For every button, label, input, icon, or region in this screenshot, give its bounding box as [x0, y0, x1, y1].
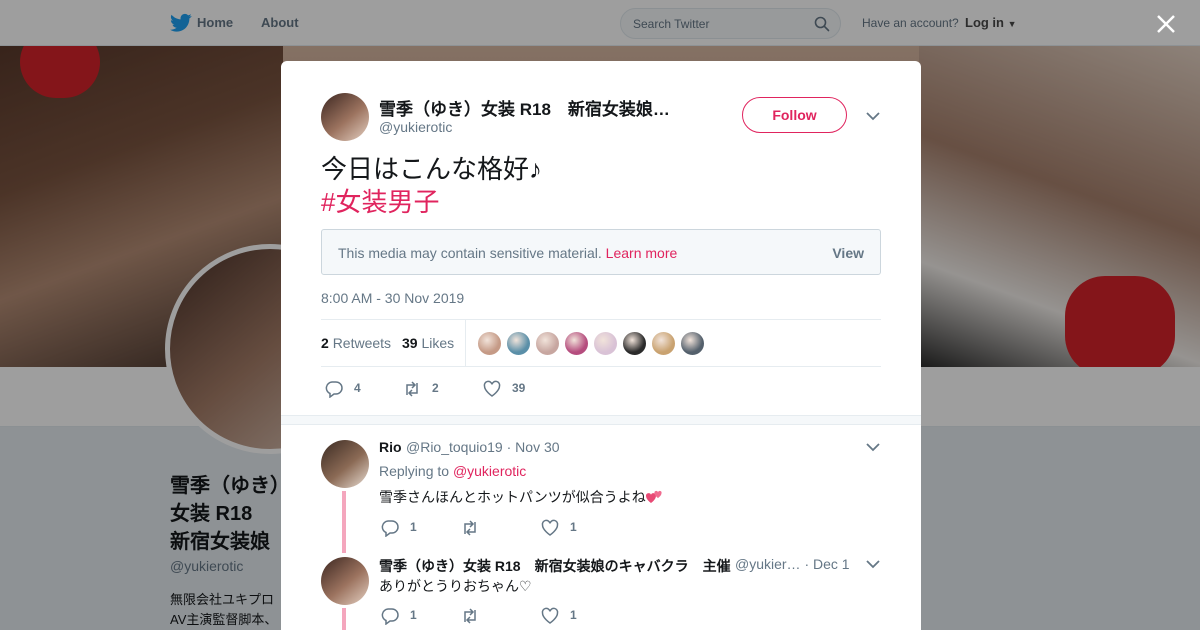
hashtag-link[interactable]: #女装男子: [321, 186, 439, 218]
reply-date[interactable]: · Dec 1: [804, 556, 849, 572]
like-count: 1: [570, 608, 577, 622]
reply-actions: 1 1: [381, 518, 681, 538]
retweet-icon: [464, 520, 476, 536]
liker-avatar[interactable]: [564, 331, 589, 356]
liker-avatar[interactable]: [680, 331, 705, 356]
reply-count: 1: [410, 608, 417, 622]
liker-avatar[interactable]: [622, 331, 647, 356]
retweets-count: 2: [321, 335, 329, 351]
liker-avatar[interactable]: [477, 331, 502, 356]
author-handle[interactable]: @yukierotic: [379, 119, 452, 135]
reply-icon: [325, 381, 343, 398]
heart-icon: [541, 519, 559, 536]
view-media-button[interactable]: View: [832, 245, 864, 261]
reply-actions: 1 1: [381, 606, 681, 626]
author-name[interactable]: 雪季（ゆき）女装 R18 新宿女装娘…: [379, 95, 694, 120]
liker-avatar[interactable]: [593, 331, 618, 356]
tweet-timestamp[interactable]: 8:00 AM - 30 Nov 2019: [321, 290, 464, 306]
reply-count: 1: [410, 520, 417, 534]
chevron-down-icon[interactable]: [866, 442, 880, 452]
heart-icon: [541, 607, 559, 624]
sensitive-media-notice: This media may contain sensitive materia…: [321, 229, 881, 275]
reply-handle[interactable]: @Rio_toquio19: [406, 439, 503, 455]
mention-link[interactable]: @yukierotic: [453, 463, 526, 479]
retweet-count: 2: [432, 381, 439, 395]
chevron-down-icon[interactable]: [866, 111, 880, 121]
tweet-stats: 2 Retweets 39 Likes: [321, 319, 881, 367]
reply-handle[interactable]: @yukier…: [735, 556, 801, 572]
liker-avatar[interactable]: [651, 331, 676, 356]
reply-author-handle: @Rio_toquio19 · Nov 30: [406, 439, 560, 455]
section-divider: [281, 415, 921, 425]
liker-avatar[interactable]: [506, 331, 531, 356]
reply-icon: [381, 608, 399, 625]
tweet-modal: 雪季（ゆき）女装 R18 新宿女装娘… @yukierotic Follow 今…: [281, 61, 921, 630]
reply-icon: [381, 520, 399, 537]
thread-line: [342, 491, 346, 553]
reply-date[interactable]: · Nov 30: [507, 439, 560, 455]
liker-avatar[interactable]: [535, 331, 560, 356]
reply-author-handle: @yukier… · Dec 1: [735, 556, 850, 572]
retweet-icon: [406, 381, 418, 397]
sensitive-text: This media may contain sensitive materia…: [338, 245, 677, 261]
thread-line: [342, 608, 346, 630]
retweets-stat[interactable]: 2 Retweets: [321, 335, 391, 351]
reply-avatar[interactable]: [321, 557, 369, 605]
sensitive-message: This media may contain sensitive materia…: [338, 245, 602, 261]
like-count: 1: [570, 520, 577, 534]
likes-stat[interactable]: 39 Likes: [402, 335, 454, 351]
chevron-down-icon[interactable]: [866, 559, 880, 569]
follow-button[interactable]: Follow: [742, 97, 847, 133]
reply-author-name[interactable]: 雪季（ゆき）女装 R18 新宿女装娘のキャバクラ 主催: [379, 556, 731, 576]
tweet-actions: 4 2 39: [321, 379, 881, 399]
reply-avatar[interactable]: [321, 440, 369, 488]
learn-more-link[interactable]: Learn more: [606, 245, 678, 261]
like-count: 39: [512, 381, 526, 395]
close-icon[interactable]: [1156, 14, 1176, 34]
two-hearts-icon: [645, 490, 662, 503]
replying-to: Replying to @yukierotic: [379, 463, 526, 479]
replying-prefix: Replying to: [379, 463, 450, 479]
reply-text: ありがとうりおちゃん♡: [379, 578, 532, 594]
tweet-text: 今日はこんな格好♪: [321, 154, 543, 184]
stats-divider: [465, 320, 466, 367]
retweet-icon: [464, 608, 476, 624]
author-avatar[interactable]: [321, 93, 369, 141]
reply-count: 4: [354, 381, 361, 395]
heart-icon: [483, 380, 501, 397]
reply-text: 雪季さんほんとホットパンツが似合うよね: [379, 487, 662, 507]
reply-body: 雪季さんほんとホットパンツが似合うよね: [379, 489, 646, 505]
likes-count: 39: [402, 335, 418, 351]
reply-author-name[interactable]: Rio: [379, 439, 402, 455]
likes-label: Likes: [421, 335, 455, 351]
retweets-label: Retweets: [332, 335, 392, 351]
